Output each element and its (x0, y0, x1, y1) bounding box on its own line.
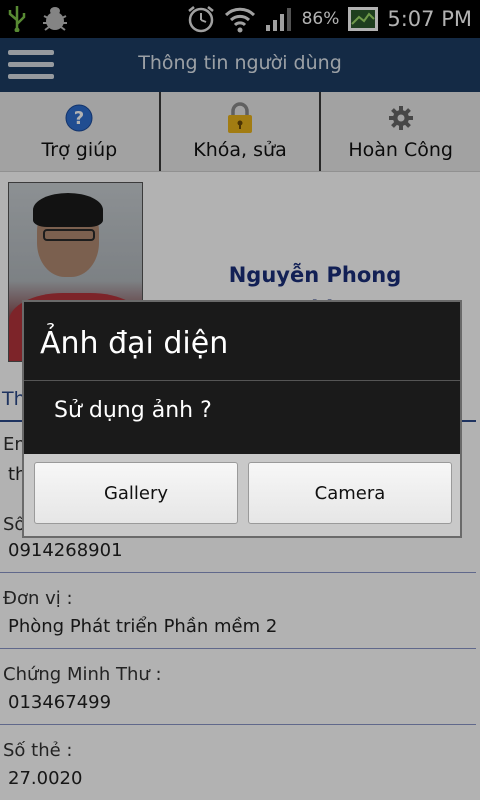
gallery-button[interactable]: Gallery (34, 462, 238, 524)
dialog-button-bar: Gallery Camera (24, 454, 460, 536)
dialog-message: Sử dụng ảnh ? (54, 398, 212, 423)
dialog-title: Ảnh đại diện (40, 326, 229, 361)
avatar-dialog: Ảnh đại diện Sử dụng ảnh ? Gallery Camer… (22, 300, 462, 538)
dialog-divider (24, 380, 460, 381)
camera-button[interactable]: Camera (248, 462, 452, 524)
